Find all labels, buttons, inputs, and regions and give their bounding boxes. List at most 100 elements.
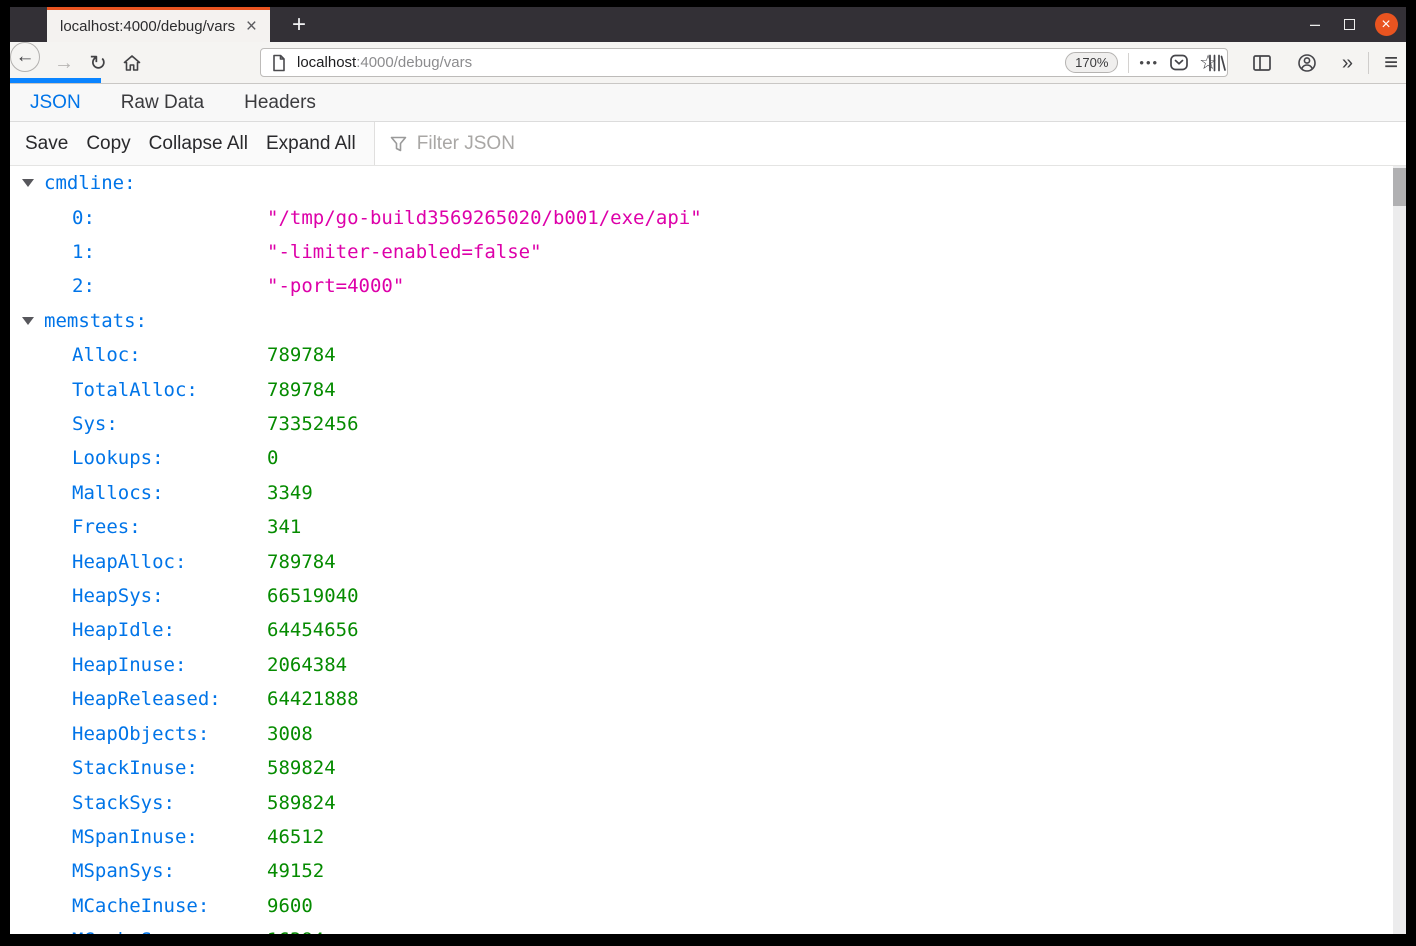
json-key: StackInuse: <box>72 757 198 780</box>
filter-json-input[interactable]: Filter JSON <box>373 122 1406 165</box>
json-row: StackInuse: 589824 <box>10 751 1393 785</box>
tab-headers[interactable]: Headers <box>224 84 336 121</box>
library-icon[interactable] <box>1207 53 1227 73</box>
sidebar-icon[interactable] <box>1252 54 1272 72</box>
minimize-button[interactable]: – <box>1298 14 1332 35</box>
maximize-button[interactable] <box>1332 19 1366 30</box>
json-row: HeapReleased: 64421888 <box>10 682 1393 716</box>
json-key: HeapIdle: <box>72 619 175 642</box>
json-row: MCacheSys: 16384 <box>10 923 1393 934</box>
json-value: "/tmp/go-build3569265020/b001/exe/api" <box>267 206 702 229</box>
json-row: Sys: 73352456 <box>10 407 1393 441</box>
json-value: 0 <box>267 447 279 470</box>
json-row: Lookups: 0 <box>10 441 1393 475</box>
json-value: "-limiter-enabled=false" <box>267 241 542 264</box>
copy-button[interactable]: Copy <box>86 133 130 155</box>
json-row: MSpanInuse: 46512 <box>10 820 1393 854</box>
json-row: HeapObjects: 3008 <box>10 717 1393 751</box>
url-host: localhost <box>297 54 357 71</box>
scrollbar-thumb[interactable] <box>1393 168 1406 206</box>
json-value: 3008 <box>267 722 313 745</box>
json-key: Frees: <box>72 516 141 539</box>
json-key: Lookups: <box>72 447 164 470</box>
maximize-icon <box>1343 19 1355 30</box>
close-icon: × <box>1374 13 1398 36</box>
json-key: HeapSys: <box>72 585 164 608</box>
json-key: 0: <box>72 206 95 229</box>
json-value: 589824 <box>267 757 336 780</box>
expander-arrow-icon[interactable] <box>22 316 34 325</box>
toolbar-icons: » ≡ <box>1207 50 1398 76</box>
json-row: 1: "-limiter-enabled=false" <box>10 235 1393 269</box>
collapse-all-button[interactable]: Collapse All <box>149 133 248 155</box>
overflow-menu-icon[interactable]: » <box>1342 53 1353 73</box>
reload-button[interactable]: ↻ <box>85 50 111 76</box>
filter-funnel-icon <box>390 136 407 151</box>
save-button[interactable]: Save <box>25 133 68 155</box>
home-icon <box>123 55 141 71</box>
json-value: 73352456 <box>267 413 359 436</box>
url-bar[interactable]: localhost:4000/debug/vars 170% ••• ☆ <box>260 48 1228 77</box>
tab-raw-data[interactable]: Raw Data <box>101 84 224 121</box>
back-button[interactable]: ← <box>10 42 40 72</box>
json-key: HeapAlloc: <box>72 550 187 573</box>
json-value: 66519040 <box>267 585 359 608</box>
expand-all-button[interactable]: Expand All <box>266 133 356 155</box>
json-row: TotalAlloc: 789784 <box>10 372 1393 406</box>
pocket-icon[interactable] <box>1169 53 1189 72</box>
url-text[interactable]: localhost:4000/debug/vars <box>297 54 472 71</box>
json-row: HeapIdle: 64454656 <box>10 613 1393 647</box>
json-row: Alloc: 789784 <box>10 338 1393 372</box>
json-row: MCacheInuse: 9600 <box>10 889 1393 923</box>
json-key: StackSys: <box>72 791 175 814</box>
tab-json[interactable]: JSON <box>10 78 101 121</box>
json-row: HeapInuse: 2064384 <box>10 648 1393 682</box>
json-key: Mallocs: <box>72 481 164 504</box>
json-row: StackSys: 589824 <box>10 785 1393 819</box>
json-row: cmdline: <box>10 166 1393 200</box>
json-key: HeapInuse: <box>72 653 187 676</box>
json-key: Alloc: <box>72 344 141 367</box>
json-value: 2064384 <box>267 653 348 676</box>
json-value: 3349 <box>267 481 313 504</box>
json-key: TotalAlloc: <box>72 378 198 401</box>
tab-bar: localhost:4000/debug/vars × + – × <box>10 7 1406 42</box>
json-value: 46512 <box>267 825 325 848</box>
page-actions-icon[interactable]: ••• <box>1139 55 1159 70</box>
hamburger-menu-icon[interactable]: ≡ <box>1384 51 1398 75</box>
url-path: :4000/debug/vars <box>356 54 473 71</box>
forward-button[interactable]: → <box>51 50 77 76</box>
json-key: MSpanInuse: <box>72 825 198 848</box>
browser-window: localhost:4000/debug/vars × + – × ← → ↻ <box>10 7 1406 934</box>
json-key: 1: <box>72 241 95 264</box>
account-icon[interactable] <box>1297 53 1317 73</box>
page-icon <box>271 54 287 72</box>
json-key: memstats: <box>44 309 147 332</box>
json-row: HeapSys: 66519040 <box>10 579 1393 613</box>
separator <box>1128 52 1130 73</box>
json-row: 0: "/tmp/go-build3569265020/b001/exe/api" <box>10 200 1393 234</box>
json-viewer-tabs: JSON Raw Data Headers <box>10 78 1406 122</box>
zoom-level-button[interactable]: 170% <box>1065 52 1119 73</box>
expander-arrow-icon[interactable] <box>22 179 34 188</box>
json-key: 2: <box>72 275 95 298</box>
json-key: cmdline: <box>44 172 136 195</box>
json-key: MCacheInuse: <box>72 894 210 917</box>
scrollbar-track[interactable] <box>1393 166 1406 934</box>
url-bar-actions: 170% ••• ☆ <box>1065 50 1219 75</box>
new-tab-button[interactable]: + <box>284 7 314 42</box>
json-row: 2: "-port=4000" <box>10 269 1393 303</box>
json-key: MCacheSys: <box>72 929 186 934</box>
json-row: memstats: <box>10 304 1393 338</box>
json-value: 64421888 <box>267 688 359 711</box>
json-value: 789784 <box>267 378 336 401</box>
close-button[interactable]: × <box>1366 13 1406 36</box>
json-viewer-toolbar: Save Copy Collapse All Expand All Filter… <box>10 122 1406 166</box>
browser-tab[interactable]: localhost:4000/debug/vars × <box>47 7 270 42</box>
json-value: "-port=4000" <box>267 275 405 298</box>
home-button[interactable] <box>119 50 145 76</box>
json-value: 64454656 <box>267 619 359 642</box>
json-value: 341 <box>267 516 302 539</box>
tab-close-icon[interactable]: × <box>243 17 260 36</box>
json-key: HeapObjects: <box>72 722 210 745</box>
